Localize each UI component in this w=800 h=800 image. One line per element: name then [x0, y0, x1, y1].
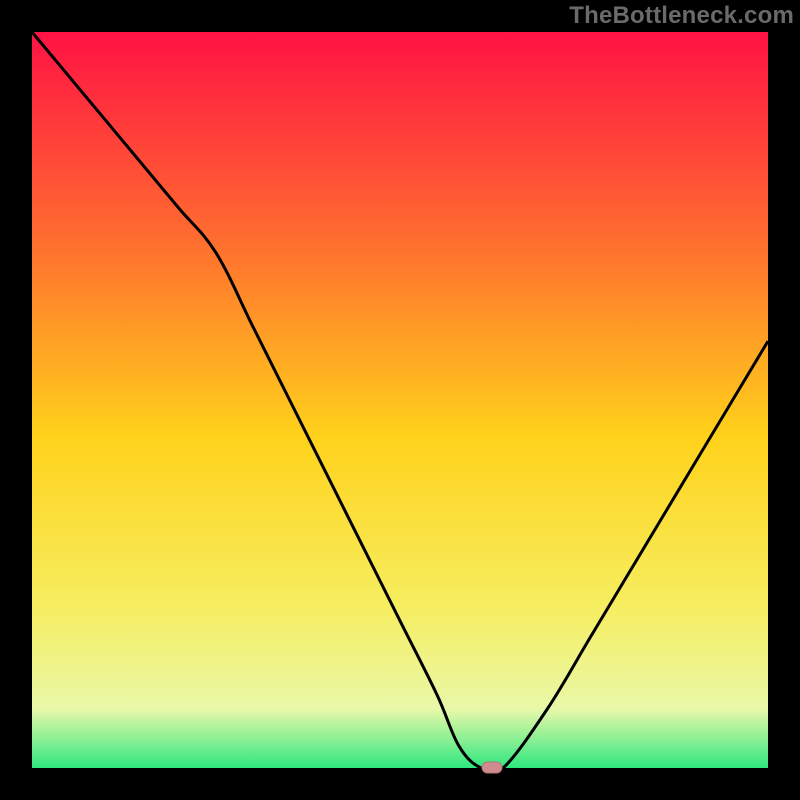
chart-frame: { "watermark": "TheBottleneck.com", "col…	[0, 0, 800, 800]
bottleneck-chart	[0, 0, 800, 800]
optimal-marker	[482, 762, 502, 773]
plot-background	[32, 32, 768, 768]
